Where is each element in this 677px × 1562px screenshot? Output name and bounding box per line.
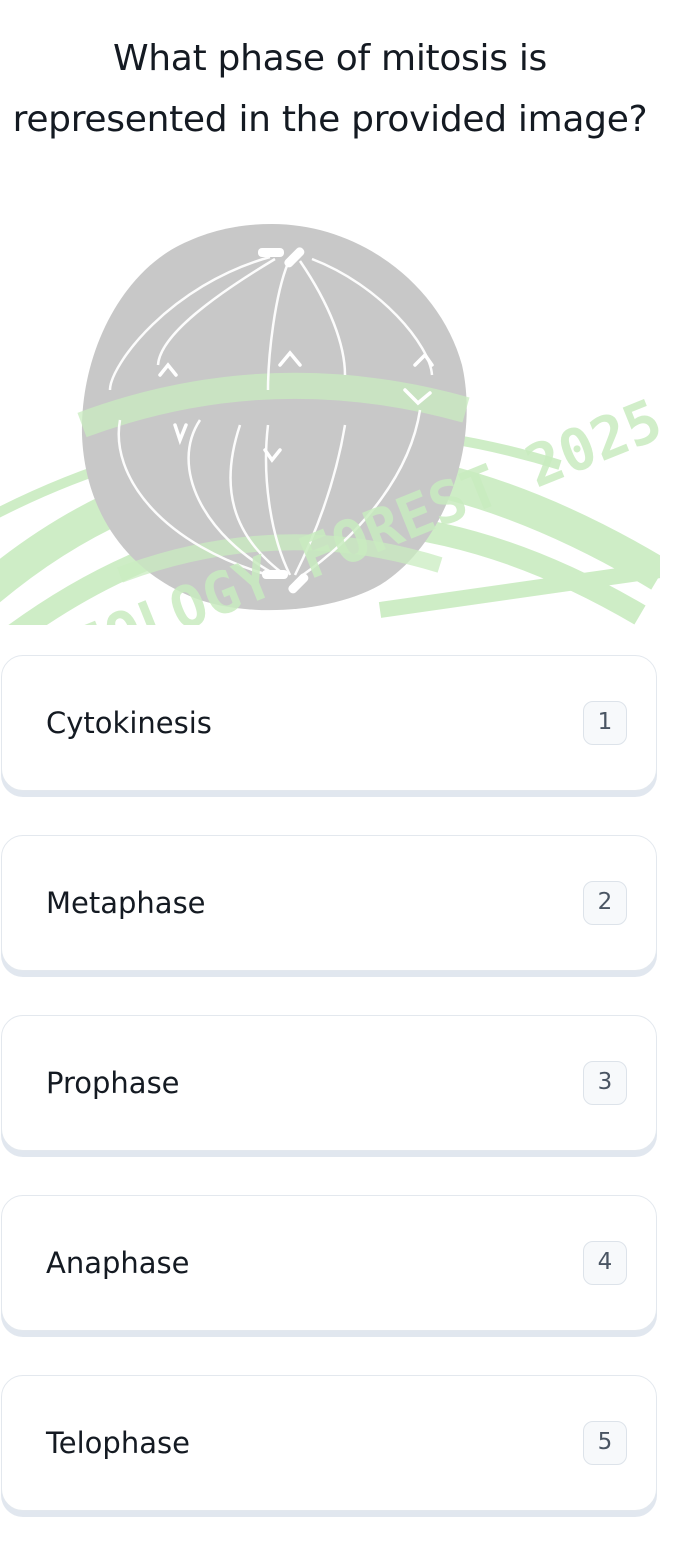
option-telophase[interactable]: Telophase 5	[1, 1375, 657, 1511]
option-label: Metaphase	[46, 886, 206, 920]
mitosis-image: BIOLOGY FOREST 2025	[0, 215, 660, 625]
option-metaphase[interactable]: Metaphase 2	[1, 835, 657, 971]
option-shortcut-key: 2	[583, 881, 627, 925]
option-prophase[interactable]: Prophase 3	[1, 1015, 657, 1151]
option-label: Cytokinesis	[46, 706, 212, 740]
option-label: Telophase	[46, 1426, 190, 1460]
option-shortcut-key: 4	[583, 1241, 627, 1285]
question-text: What phase of mitosis is represented in …	[0, 28, 660, 150]
option-shortcut-key: 5	[583, 1421, 627, 1465]
option-shortcut-key: 3	[583, 1061, 627, 1105]
option-label: Prophase	[46, 1066, 180, 1100]
option-shortcut-key: 1	[583, 701, 627, 745]
option-label: Anaphase	[46, 1246, 190, 1280]
question-line-2: represented in the provided image?	[12, 99, 648, 140]
question-line-1: What phase of mitosis is	[113, 38, 547, 79]
mitosis-illustration: BIOLOGY FOREST 2025	[0, 224, 660, 625]
option-cytokinesis[interactable]: Cytokinesis 1	[1, 655, 657, 791]
option-anaphase[interactable]: Anaphase 4	[1, 1195, 657, 1331]
